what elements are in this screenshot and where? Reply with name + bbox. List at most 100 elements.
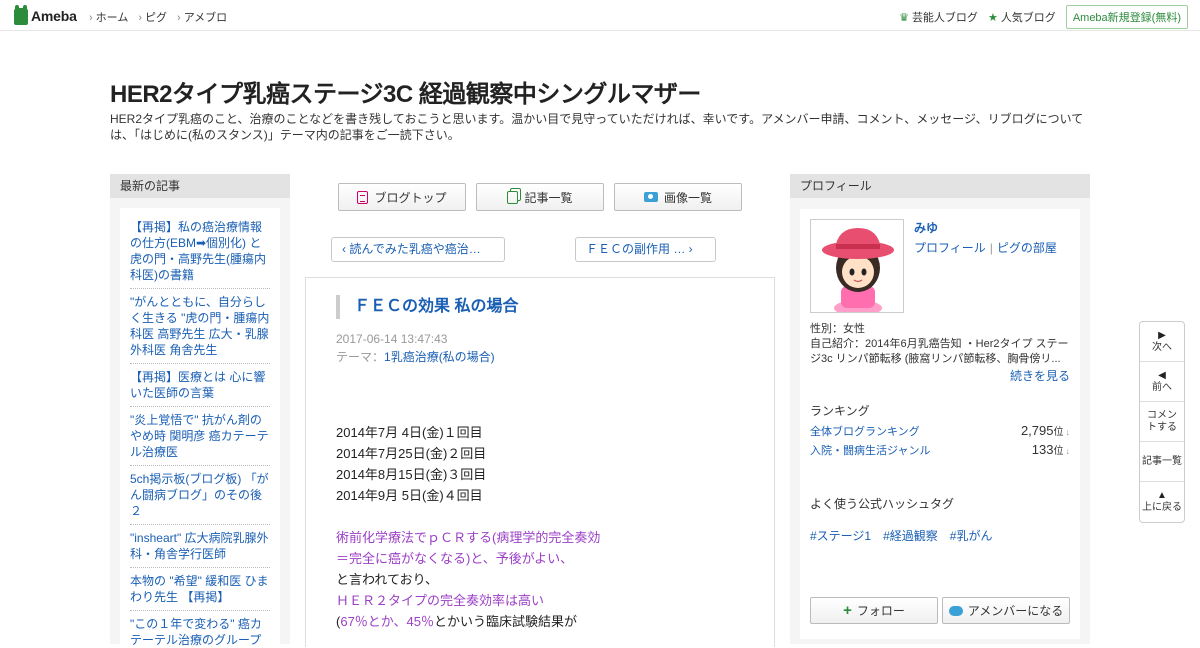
hashtag-list: #ステージ1 #経過観察 #乳がん xyxy=(810,527,992,544)
recent-articles-heading: 最新の記事 xyxy=(110,174,290,198)
play-right-icon: ▶ xyxy=(1158,329,1166,341)
floating-nav: ▶ 次へ ◀ 前へ コメントする 記事一覧 ▲ 上に戻る xyxy=(1139,321,1185,523)
profile-link[interactable]: プロフィール xyxy=(914,241,986,255)
recent-article-link[interactable]: "insheart" 広大病院乳腺外科・角舎学行医師 xyxy=(130,525,270,568)
ranking-value: 2,795位 ↓ xyxy=(1021,423,1070,439)
ameba-logo-icon xyxy=(14,4,28,25)
documents-icon xyxy=(507,190,519,204)
top-right-links: ♛ 芸能人ブログ ★ 人気ブログ Ameba新規登録(無料) xyxy=(899,5,1188,29)
profile-name[interactable]: みゆ xyxy=(914,219,938,236)
blog-description: HER2タイプ乳癌のこと、治療のことなどを書き残しておこうと思います。温かい目で… xyxy=(110,112,1084,142)
previous-article-button[interactable]: ◀ 前へ xyxy=(1140,362,1184,402)
blog-top-label: ブログトップ xyxy=(374,190,447,205)
profile-links: プロフィール | ピグの部屋 xyxy=(914,239,1057,256)
recent-articles-list: 【再掲】私の癌治療情報の仕方(EBM➡個別化) と虎の門・高野先生(腫瘍内科医)… xyxy=(120,208,280,648)
article-line: ＝完全に癌がなくなる)と、予後がよい、 xyxy=(336,551,574,566)
blog-top-button[interactable]: ブログトップ xyxy=(338,183,466,211)
ranking-unit: 位 xyxy=(1053,427,1064,438)
profile-intro: 自己紹介：2014年6月乳癌告知 ・Her2タイプ ステージ3c リンパ節転移 … xyxy=(810,338,1069,365)
avatar[interactable] xyxy=(810,219,904,313)
chat-bubble-icon xyxy=(948,605,963,616)
article: ＦＥＣの効果 私の場合 2017-06-14 13:47:43 テーマ：1乳癌治… xyxy=(305,277,775,647)
plus-icon: + xyxy=(843,602,852,619)
article-line: と言われており、 xyxy=(336,572,439,587)
blog-title[interactable]: HER2タイプ乳癌ステージ3C 経過観察中シングルマザー xyxy=(110,74,701,109)
list-label: 記事一覧 xyxy=(1142,455,1182,467)
ranking-arrow-icon: ↓ xyxy=(1065,427,1071,437)
profile-panel: プロフィール みゆ プロフィール | ピグの部屋 性別：女性 自己紹介：2014… xyxy=(790,174,1090,644)
recent-article-link[interactable]: 【再掲】医療とは 心に響いた医師の言葉 xyxy=(130,364,270,407)
hashtag-link[interactable]: #ステージ1 xyxy=(810,527,871,544)
ranking-row: 入院・闘病生活ジャンル 133位 ↓ xyxy=(810,442,1070,458)
article-line: 2014年7月25日(金)２回目 xyxy=(336,446,487,461)
article-line: (67％とか、45％とかいう臨床試験結果が xyxy=(336,611,600,632)
article-list-float-button[interactable]: 記事一覧 xyxy=(1140,442,1184,482)
recent-articles-panel: 最新の記事 【再掲】私の癌治療情報の仕方(EBM➡個別化) と虎の門・高野先生(… xyxy=(110,174,290,648)
article-date: 2017-06-14 13:47:43 xyxy=(336,332,448,346)
up-arrow-icon: ▲ xyxy=(1157,490,1167,501)
article-list-button[interactable]: 記事一覧 xyxy=(476,183,604,211)
article-highlight: 67％とか、45％ xyxy=(340,614,435,629)
article-line: 2014年8月15日(金)３回目 xyxy=(336,467,487,482)
back-to-top-button[interactable]: ▲ 上に戻る xyxy=(1140,482,1184,522)
popular-blog-link[interactable]: ★ 人気ブログ xyxy=(988,9,1056,25)
prev-label: 前へ xyxy=(1152,381,1172,393)
amember-button[interactable]: アメンバーになる xyxy=(942,597,1070,624)
previous-article-link[interactable]: ‹ 読んでみた乳癌や癌治… xyxy=(331,237,505,262)
next-article-button[interactable]: ▶ 次へ xyxy=(1140,322,1184,362)
hashtag-link[interactable]: #経過観察 xyxy=(883,527,938,544)
article-title[interactable]: ＦＥＣの効果 私の場合 xyxy=(336,295,518,319)
next-label: 次へ xyxy=(1152,341,1172,353)
nav-home[interactable]: ホーム xyxy=(89,9,129,25)
signup-button[interactable]: Ameba新規登録(無料) xyxy=(1065,5,1188,29)
hashtag-link[interactable]: #乳がん xyxy=(950,527,993,544)
recent-article-link[interactable]: 5ch掲示板(ブログ板) 「がん闘病ブログ」のその後２ xyxy=(130,466,270,525)
nav-pigg[interactable]: ピグ xyxy=(138,9,167,25)
link-separator: | xyxy=(989,241,993,255)
recent-article-link[interactable]: "炎上覚悟で" 抗がん剤のやめ時 関明彦 癌カテーテル治療医 xyxy=(130,407,270,466)
crown-icon: ♛ xyxy=(899,11,909,24)
comment-label: コメントする xyxy=(1147,409,1177,433)
top-label: 上に戻る xyxy=(1142,502,1182,513)
ranking-value: 133位 ↓ xyxy=(1032,442,1070,458)
article-list-label: 記事一覧 xyxy=(524,190,573,205)
amember-label: アメンバーになる xyxy=(967,604,1064,618)
recent-article-link[interactable]: 【再掲】私の癌治療情報の仕方(EBM➡個別化) と虎の門・高野先生(腫瘍内科医)… xyxy=(130,214,270,289)
article-line: ＨＥＲ２タイプの完全奏効率は高い xyxy=(336,593,545,608)
ameba-logo[interactable]: Ameba xyxy=(14,4,77,25)
comment-button[interactable]: コメントする xyxy=(1140,402,1184,442)
avatar-illustration xyxy=(811,220,903,312)
popular-blog-label: 人気ブログ xyxy=(1000,12,1056,24)
ranking-number: 133 xyxy=(1031,442,1054,457)
recent-article-link[interactable]: 本物の "希望" 緩和医 ひまわり先生 【再掲】 xyxy=(130,568,270,611)
pig-room-link[interactable]: ピグの部屋 xyxy=(997,241,1057,255)
ranking-number: 2,795 xyxy=(1020,423,1054,438)
blog-nav-buttons: ブログトップ 記事一覧 画像一覧 xyxy=(338,183,742,211)
play-left-icon: ◀ xyxy=(1158,369,1166,381)
article-text: とかいう臨床試験結果が xyxy=(434,614,578,629)
profile-gender: 性別：女性 xyxy=(810,323,865,335)
recent-article-link[interactable]: "がんとともに、自分らしく生きる "虎の門・腫瘍内科医 高野先生 広大・乳腺外科… xyxy=(130,289,270,364)
article-theme-link[interactable]: 1乳癌治療(私の場合) xyxy=(384,350,495,364)
profile-box: みゆ プロフィール | ピグの部屋 性別：女性 自己紹介：2014年6月乳癌告知 ・… xyxy=(800,209,1080,639)
celebrity-blog-label: 芸能人ブログ xyxy=(911,12,978,24)
follow-button[interactable]: + フォロー xyxy=(810,597,938,624)
celebrity-blog-link[interactable]: ♛ 芸能人ブログ xyxy=(899,9,978,25)
top-bar: Ameba ホーム ピグ アメブロ ♛ 芸能人ブログ ★ 人気ブログ Ameba… xyxy=(0,0,1200,31)
ranking-heading: ランキング xyxy=(810,404,870,418)
image-list-button[interactable]: 画像一覧 xyxy=(614,183,742,211)
ranking-row: 全体ブログランキング 2,795位 ↓ xyxy=(810,423,1070,439)
nav-ameblo[interactable]: アメブロ xyxy=(177,9,227,25)
article-line: 術前化学療法でｐＣＲする(病理学的完全奏効 xyxy=(336,530,601,545)
top-nav: ホーム ピグ アメブロ xyxy=(89,9,227,25)
read-more-link[interactable]: 続きを見る xyxy=(1010,367,1070,384)
notebook-icon xyxy=(357,190,369,204)
article-line: 2014年9月 5日(金)４回目 xyxy=(336,488,483,503)
follow-label: フォロー xyxy=(856,604,905,618)
ranking-label[interactable]: 全体ブログランキング xyxy=(810,423,920,439)
article-line: 2014年7月 4日(金)１回目 xyxy=(336,425,483,440)
ranking-label[interactable]: 入院・闘病生活ジャンル xyxy=(810,442,930,458)
profile-heading: プロフィール xyxy=(790,174,1090,198)
profile-info: 性別：女性 自己紹介：2014年6月乳癌告知 ・Her2タイプ ステージ3c リ… xyxy=(810,322,1072,367)
next-article-link[interactable]: ＦＥＣの副作用 … › xyxy=(575,237,716,262)
